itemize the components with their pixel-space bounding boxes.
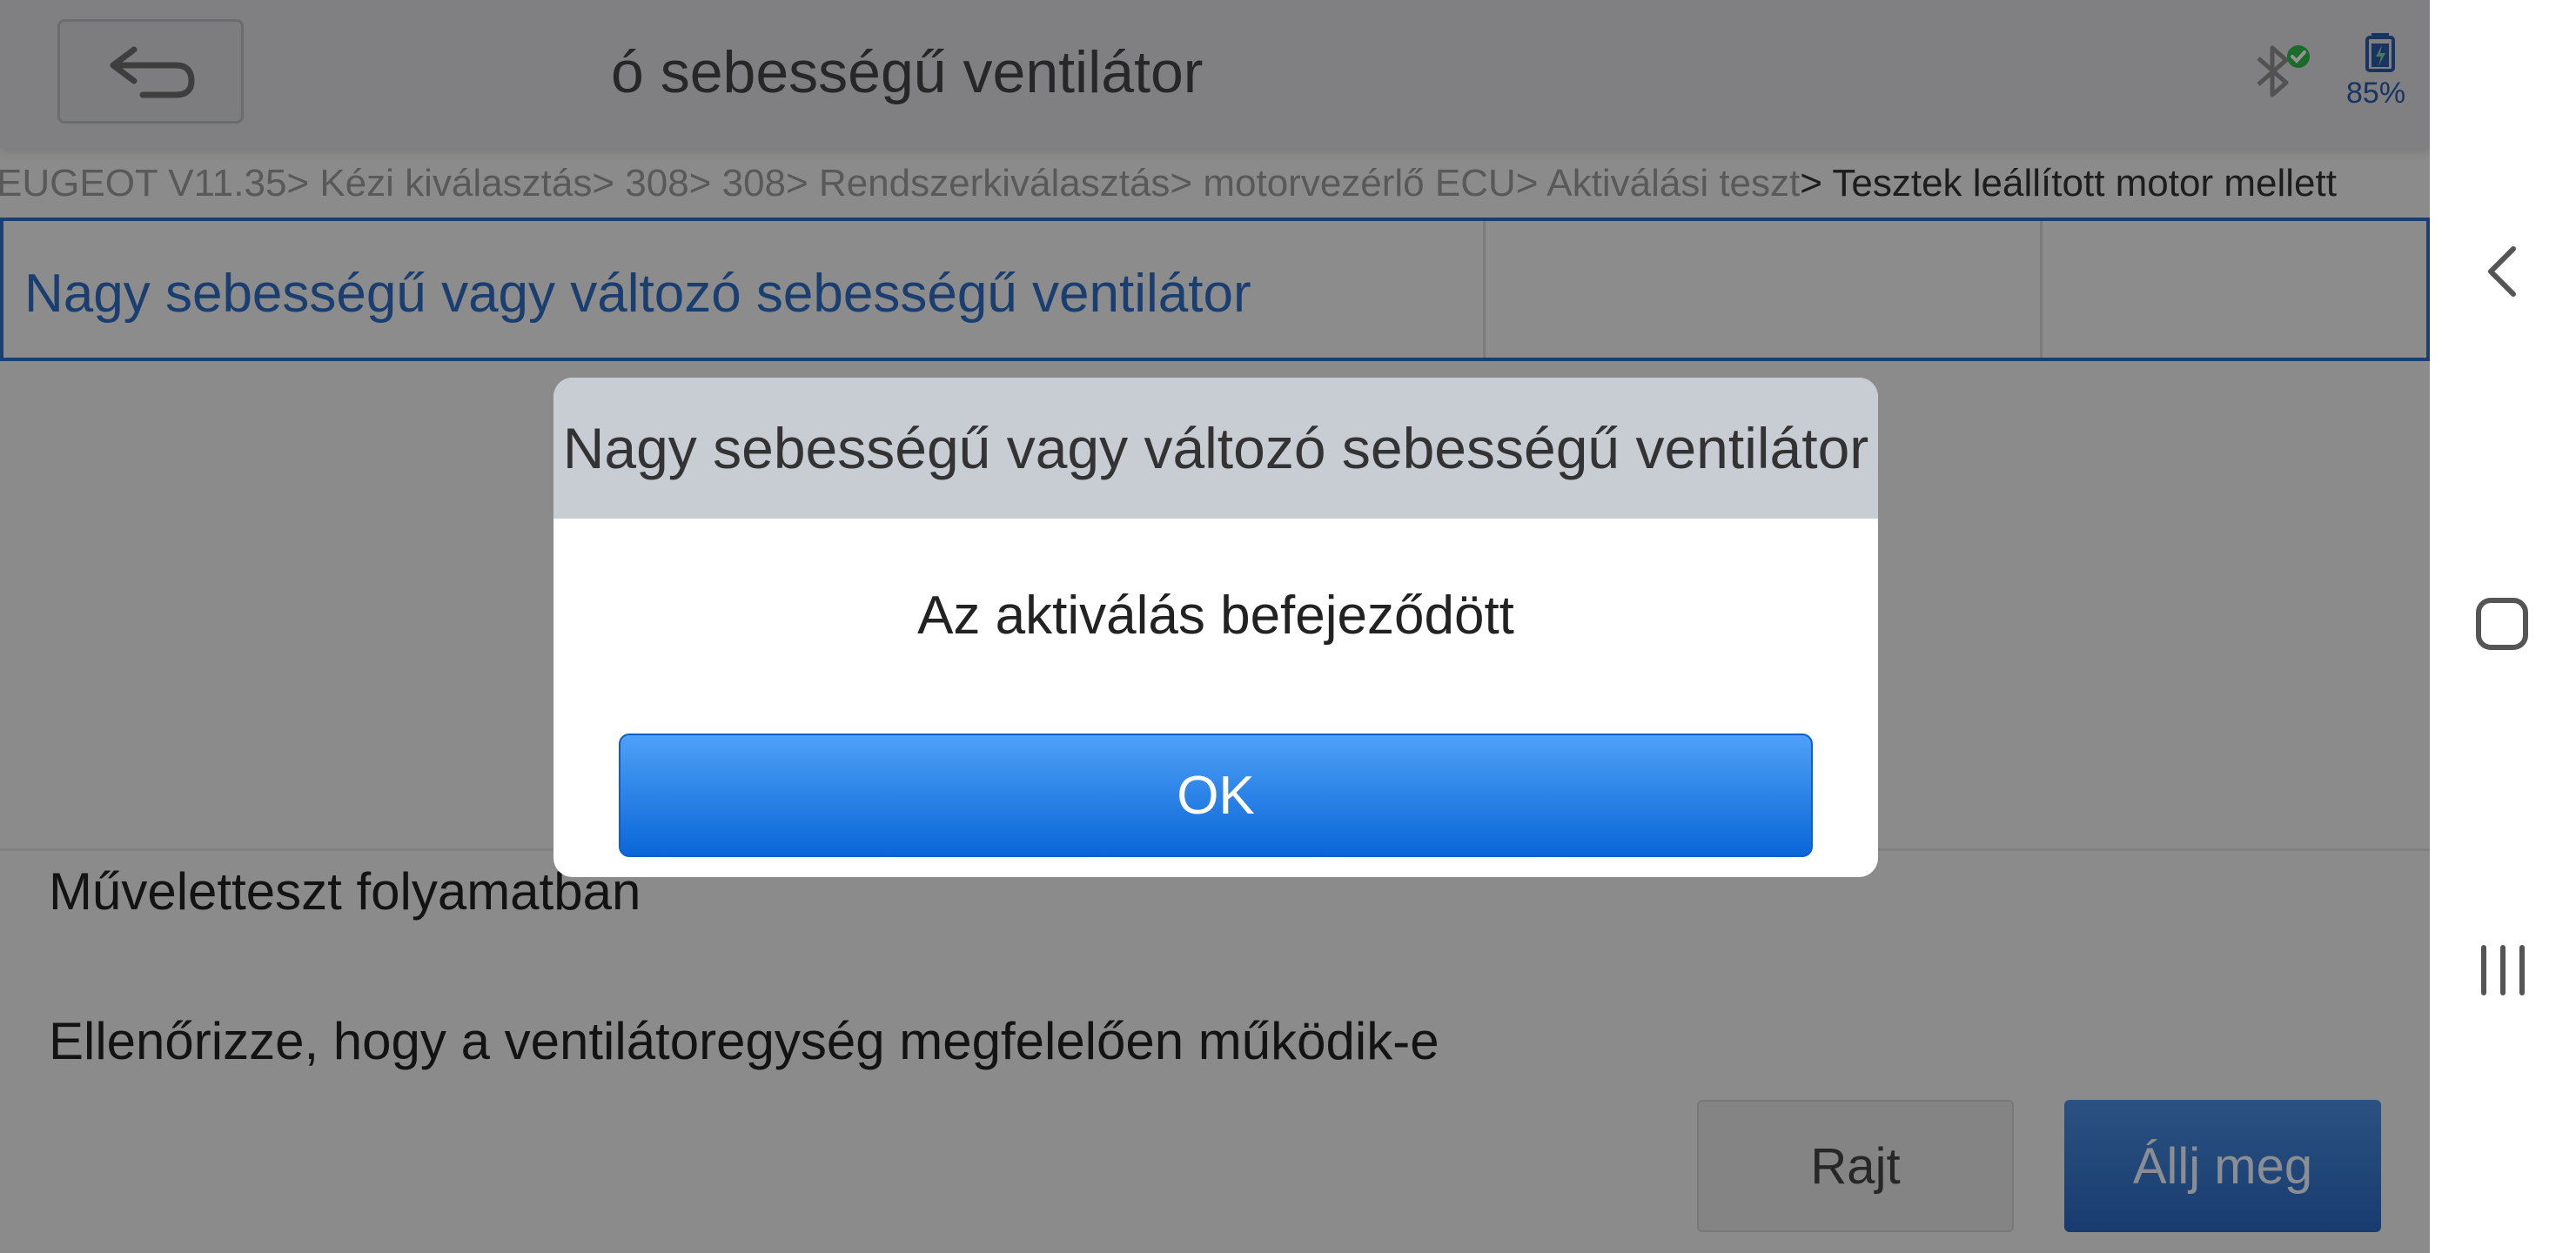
dialog-title: Nagy sebességű vagy változó sebességű ve… <box>553 378 1878 519</box>
nav-back-icon[interactable] <box>2480 245 2526 298</box>
system-navigation-bar <box>2430 0 2576 1253</box>
nav-home-icon[interactable] <box>2473 595 2531 653</box>
nav-recent-apps-icon[interactable] <box>2475 944 2531 996</box>
ok-button[interactable]: OK <box>619 734 1813 857</box>
completion-dialog: Nagy sebességű vagy változó sebességű ve… <box>553 378 1878 877</box>
app-screen: ó sebességű ventilátor 85% EUGEOT V11.35… <box>0 0 2430 1253</box>
dialog-message: Az aktiválás befejeződött <box>917 586 1514 646</box>
